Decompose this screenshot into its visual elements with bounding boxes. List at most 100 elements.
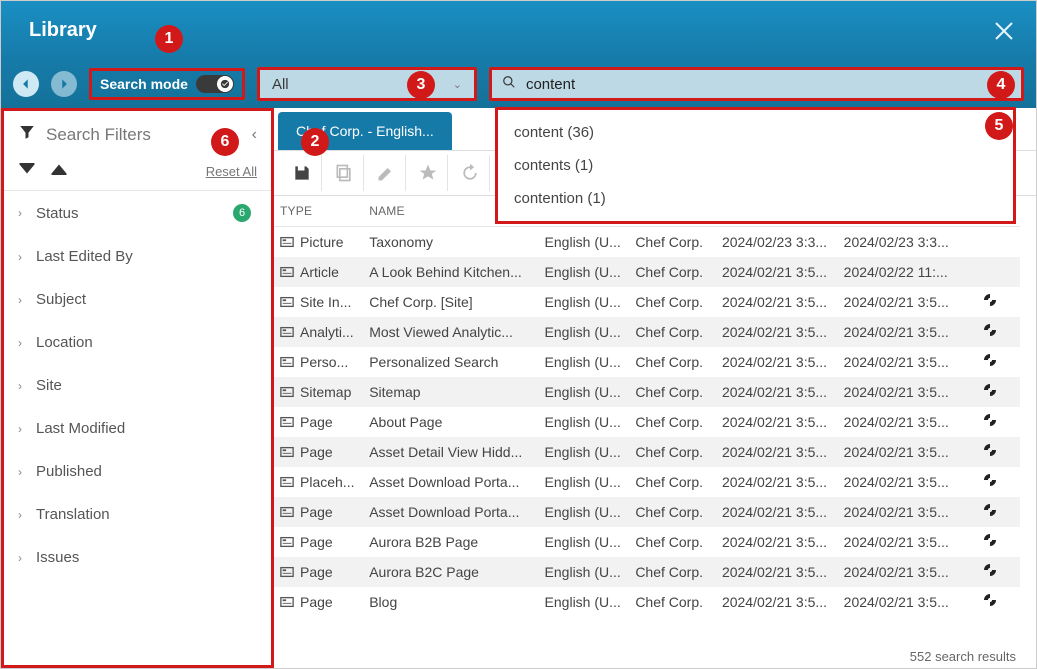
status-icon bbox=[982, 325, 998, 341]
toggle-switch[interactable] bbox=[196, 75, 234, 93]
table-row[interactable]: PageAsset Download Porta...English (U...… bbox=[274, 497, 1020, 527]
table-row[interactable]: PageAurora B2B PageEnglish (U...Chef Cor… bbox=[274, 527, 1020, 557]
cell-type: Page bbox=[300, 564, 333, 580]
copy-button[interactable] bbox=[324, 155, 364, 191]
table-row[interactable]: PageBlogEnglish (U...Chef Corp.2024/02/2… bbox=[274, 587, 1020, 617]
cell-site: Chef Corp. bbox=[629, 437, 716, 467]
search-field-container bbox=[489, 67, 1024, 101]
cell-locale: English (U... bbox=[539, 437, 630, 467]
filter-item[interactable]: › Translation bbox=[4, 493, 271, 536]
annotation-badge-2: 2 bbox=[301, 128, 329, 156]
cell-type: Analyti... bbox=[300, 324, 354, 340]
cell-type: Perso... bbox=[300, 354, 348, 370]
search-input[interactable] bbox=[524, 75, 1011, 94]
table-row[interactable]: ArticleA Look Behind Kitchen...English (… bbox=[274, 257, 1020, 287]
cell-locale: English (U... bbox=[539, 407, 630, 437]
type-icon bbox=[280, 265, 294, 279]
table-row[interactable]: PageAsset Detail View Hidd...English (U.… bbox=[274, 437, 1020, 467]
cell-locale: English (U... bbox=[539, 287, 630, 317]
expand-all-icon[interactable] bbox=[18, 162, 36, 180]
suggestion-item[interactable]: contents (1) bbox=[498, 149, 1013, 182]
close-icon[interactable] bbox=[992, 19, 1016, 43]
nav-back-button[interactable] bbox=[13, 71, 39, 97]
collapse-panel-icon[interactable]: ‹ bbox=[252, 126, 257, 144]
search-filters-panel: Search Filters ‹ Reset All ›Status6›Last… bbox=[1, 108, 274, 668]
filter-item[interactable]: ›Published bbox=[4, 450, 271, 493]
cell-site: Chef Corp. bbox=[629, 497, 716, 527]
filter-item[interactable]: ›Status6 bbox=[4, 191, 271, 235]
cell-lastmod: 2024/02/21 3:5... bbox=[838, 527, 960, 557]
cell-created: 2024/02/21 3:5... bbox=[716, 557, 838, 587]
col-type[interactable]: TYPE bbox=[274, 196, 363, 227]
type-icon bbox=[280, 535, 294, 549]
nav-forward-button[interactable] bbox=[51, 71, 77, 97]
chevron-right-icon: › bbox=[18, 551, 22, 565]
filter-item[interactable]: › Subject bbox=[4, 278, 271, 321]
cell-created: 2024/02/21 3:5... bbox=[716, 287, 838, 317]
cell-site: Chef Corp. bbox=[629, 587, 716, 617]
cell-name: Most Viewed Analytic... bbox=[363, 317, 538, 347]
filter-item[interactable]: › Issues bbox=[4, 536, 271, 579]
search-mode-toggle[interactable]: Search mode bbox=[89, 68, 245, 100]
cell-created: 2024/02/21 3:5... bbox=[716, 497, 838, 527]
table-row[interactable]: Placeh...Asset Download Porta...English … bbox=[274, 467, 1020, 497]
results-scroll[interactable]: TYPE NAME LOCALE SITE CREATED LAST MODIF… bbox=[274, 196, 1020, 642]
filter-name: Status bbox=[36, 205, 219, 222]
table-row[interactable]: SitemapSitemapEnglish (U...Chef Corp.202… bbox=[274, 377, 1020, 407]
status-icon bbox=[982, 385, 998, 401]
status-icon bbox=[982, 415, 998, 431]
table-row[interactable]: Site In...Chef Corp. [Site]English (U...… bbox=[274, 287, 1020, 317]
edit-button[interactable] bbox=[366, 155, 406, 191]
cell-lastmod: 2024/02/21 3:5... bbox=[838, 347, 960, 377]
cell-site: Chef Corp. bbox=[629, 287, 716, 317]
reset-all-link[interactable]: Reset All bbox=[206, 164, 257, 179]
cell-created: 2024/02/23 3:3... bbox=[716, 227, 838, 257]
table-row[interactable]: PageAurora B2C PageEnglish (U...Chef Cor… bbox=[274, 557, 1020, 587]
filter-name: Subject bbox=[36, 291, 257, 308]
cell-site: Chef Corp. bbox=[629, 227, 716, 257]
table-row[interactable]: PageAbout PageEnglish (U...Chef Corp.202… bbox=[274, 407, 1020, 437]
cell-name: Sitemap bbox=[363, 377, 538, 407]
save-button[interactable] bbox=[282, 155, 322, 191]
cell-locale: English (U... bbox=[539, 227, 630, 257]
filter-icon bbox=[18, 123, 36, 146]
status-icon bbox=[982, 475, 998, 491]
filter-item[interactable]: ›Site bbox=[4, 364, 271, 407]
cell-type: Page bbox=[300, 444, 333, 460]
chevron-right-icon: › bbox=[18, 508, 22, 522]
chevron-right-icon: › bbox=[18, 336, 22, 350]
filter-list: ›Status6›Last Edited By › Subject ›Location… bbox=[4, 191, 271, 665]
filter-name: Site bbox=[36, 377, 257, 394]
filter-item[interactable]: ›Last Edited By bbox=[4, 235, 271, 278]
table-row[interactable]: PictureTaxonomyEnglish (U...Chef Corp.20… bbox=[274, 227, 1020, 257]
collapse-all-icon[interactable] bbox=[50, 162, 68, 180]
cell-name: Aurora B2B Page bbox=[363, 527, 538, 557]
filters-tools: Reset All bbox=[4, 156, 271, 191]
suggestion-item[interactable]: content (36) bbox=[498, 116, 1013, 149]
suggestion-item[interactable]: contention (1) bbox=[498, 182, 1013, 215]
cell-lastmod: 2024/02/21 3:5... bbox=[838, 587, 960, 617]
filter-name: Issues bbox=[36, 549, 257, 566]
cell-lastmod: 2024/02/21 3:5... bbox=[838, 407, 960, 437]
table-row[interactable]: Perso...Personalized SearchEnglish (U...… bbox=[274, 347, 1020, 377]
cell-lastmod: 2024/02/21 3:5... bbox=[838, 497, 960, 527]
filter-name: Translation bbox=[36, 506, 257, 523]
cell-name: Aurora B2C Page bbox=[363, 557, 538, 587]
chevron-right-icon: › bbox=[18, 293, 22, 307]
refresh-button[interactable] bbox=[450, 155, 490, 191]
cell-lastmod: 2024/02/21 3:5... bbox=[838, 377, 960, 407]
type-icon bbox=[280, 475, 294, 489]
type-icon bbox=[280, 415, 294, 429]
favorite-button[interactable] bbox=[408, 155, 448, 191]
cell-created: 2024/02/21 3:5... bbox=[716, 377, 838, 407]
filter-item[interactable]: ›Location bbox=[4, 321, 271, 364]
cell-name: Blog bbox=[363, 587, 538, 617]
cell-name: About Page bbox=[363, 407, 538, 437]
type-icon bbox=[280, 595, 294, 609]
filter-item[interactable]: ›Last Modified bbox=[4, 407, 271, 450]
table-row[interactable]: Analyti...Most Viewed Analytic...English… bbox=[274, 317, 1020, 347]
cell-site: Chef Corp. bbox=[629, 467, 716, 497]
type-dropdown[interactable]: All ⌄ bbox=[257, 67, 477, 101]
cell-site: Chef Corp. bbox=[629, 347, 716, 377]
cell-locale: English (U... bbox=[539, 377, 630, 407]
